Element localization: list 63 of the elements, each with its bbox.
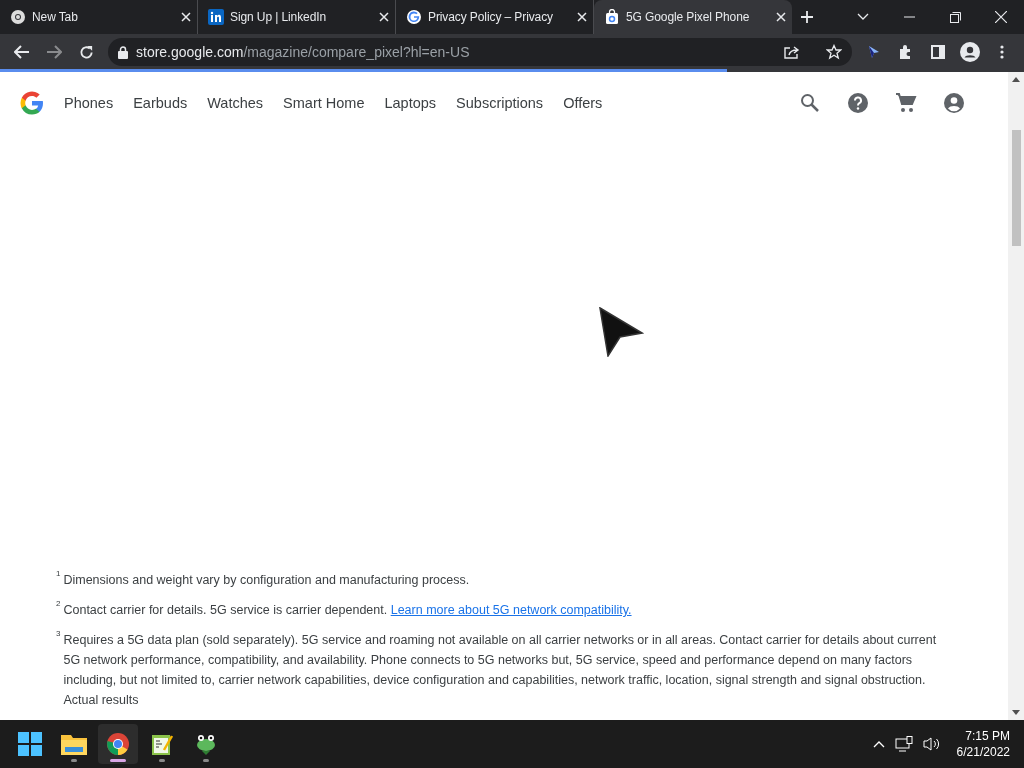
volume-icon[interactable] [922,736,941,752]
scroll-up-icon[interactable] [1012,77,1020,82]
star-icon[interactable] [826,44,842,60]
scrollbar-thumb[interactable] [1011,130,1021,246]
cursor-extension-icon[interactable] [868,45,880,59]
tab-title: Privacy Policy – Privacy [428,10,554,24]
close-icon[interactable] [776,12,786,22]
share-icon[interactable] [784,45,800,59]
google-icon [406,9,422,25]
folder-icon[interactable] [61,733,87,755]
scroll-down-icon[interactable] [1012,710,1020,715]
side-panel-icon[interactable] [931,45,945,59]
nav-link[interactable]: Offers [563,95,603,111]
chrome-icon [10,9,26,25]
windows-start-icon[interactable] [18,732,42,756]
close-icon[interactable] [577,12,587,22]
more-vertical-icon[interactable] [1000,45,1004,59]
back-arrow-icon[interactable] [14,45,30,59]
close-icon[interactable] [995,11,1007,23]
cart-icon[interactable] [894,91,918,115]
chevron-down-icon[interactable] [857,13,869,21]
notepad-icon[interactable] [150,732,174,756]
clock-time[interactable]: 7:15 PM [965,728,1010,744]
google-logo[interactable] [20,91,44,115]
linkedin-icon [208,9,224,25]
footnote-text: Dimensions and weight vary by configuration and manufacturing process. [63,572,470,589]
footnote-text: Contact carrier for details. 5G service is carrier dependent. Learn more about 5G network compatibility. [63,602,632,619]
chrome-icon[interactable] [106,732,130,756]
close-icon[interactable] [181,12,191,22]
address-bar[interactable]: store.google.com/magazine/compare_pixel?hl=en-US [108,38,852,66]
new-tab-icon[interactable] [800,10,814,24]
tab-title: New Tab [32,10,79,24]
tab-title: 5G Google Pixel Phone [626,10,751,24]
footnote-text: Requires a 5G data plan (sold separately). 5G service and roaming not available on all carrier networks or in all areas. Contact carrier for details about current 5G network performance, compatibility, and availability. Phone connects to 5G networks but, 5G service, speed and performance depend on many factors including, but not limited to, carrier network capabilities, device configuration and capabilities, network traffic, location, signal strength and signal obstruction. Actual results [63,632,938,709]
nav-link[interactable]: Laptops [384,95,437,111]
shopping-bag-icon [604,9,620,25]
learn-more-link[interactable]: Learn more about 5G network compatibility. [390,603,632,617]
account-icon[interactable] [942,91,966,115]
taskbar-app[interactable] [98,724,138,764]
help-icon[interactable] [846,91,870,115]
profile-icon[interactable] [960,42,980,62]
close-icon[interactable] [379,12,389,22]
lock-icon [118,45,128,59]
footnote-number: 2 [56,600,61,610]
nav-link[interactable]: Smart Home [283,95,365,111]
forward-arrow-icon[interactable] [46,45,62,59]
nav-link[interactable]: Subscriptions [456,95,544,111]
minimize-icon[interactable] [903,16,915,18]
footnote-number: 1 [56,570,61,580]
footnote-number: 3 [56,630,61,640]
frog-icon[interactable] [194,732,218,756]
reload-icon[interactable] [78,44,94,60]
restore-icon[interactable] [949,11,961,23]
chevron-up-icon[interactable] [872,740,885,748]
nav-link[interactable]: Earbuds [133,95,188,111]
network-icon[interactable] [894,736,913,752]
tab-title: Sign Up | LinkedIn [230,10,328,24]
url-text: store.google.com/magazine/compare_pixel?hl=en-US [136,44,471,60]
cursor-icon [598,307,644,357]
clock-date[interactable]: 6/21/2022 [956,744,1010,760]
browser-tab[interactable]: 5G Google Pixel Phone [594,0,792,34]
nav-link[interactable]: Watches [207,95,264,111]
nav-link[interactable]: Phones [64,95,114,111]
